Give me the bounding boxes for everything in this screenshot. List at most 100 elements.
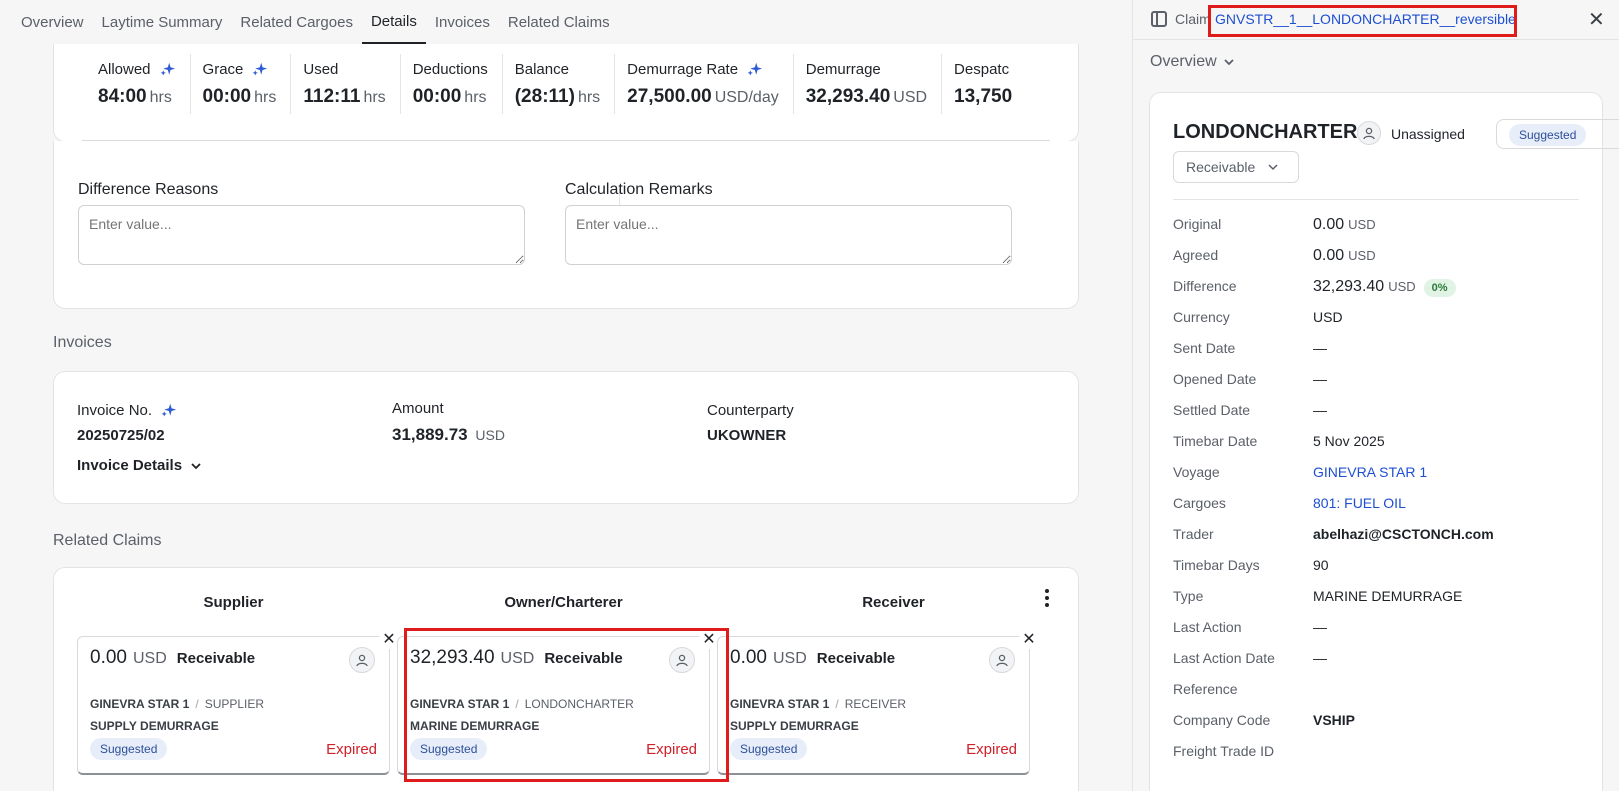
app: Overview Laytime Summary Related Cargoes…: [0, 0, 1619, 791]
claim-kind: Receivable: [816, 650, 896, 667]
field-value-text: USD: [1313, 309, 1343, 325]
field-value: —: [1313, 371, 1327, 387]
receivable-select[interactable]: Receivable: [1173, 151, 1299, 183]
field-label: Agreed: [1173, 247, 1219, 263]
invoices-card: Invoice No. 20250725/02 Amount 31,889.73…: [53, 371, 1079, 504]
column-header-owner-charterer: Owner/Charterer: [504, 594, 623, 611]
field-difference: Difference 32,293.40 USD 0%: [1173, 278, 1593, 297]
field-settled-date: Settled Date —: [1173, 402, 1593, 418]
field-label: Company Code: [1173, 712, 1271, 728]
status-selector[interactable]: Suggested: [1496, 119, 1619, 149]
overview-dropdown-label: Overview: [1150, 53, 1217, 70]
status-badge: Suggested: [410, 738, 488, 760]
stat-unit: hrs: [363, 88, 386, 106]
calculation-remarks-input[interactable]: [565, 205, 1012, 265]
stat-balance: Balance (28:11) hrs: [501, 54, 614, 114]
avatar[interactable]: [349, 647, 375, 673]
field-value-text: GINEVRA STAR 1: [1313, 464, 1428, 480]
stat-value: 32,293.40 USD: [806, 86, 927, 108]
overview-dropdown[interactable]: Overview: [1150, 53, 1235, 71]
calculation-remarks-label: Calculation Remarks: [565, 181, 713, 198]
field-label: Cargoes: [1173, 495, 1226, 511]
avatar[interactable]: [1357, 121, 1381, 145]
field-cargoes: Cargoes 801: FUEL OIL: [1173, 495, 1593, 511]
invoice-amount-group: Amount 31,889.73 USD: [392, 400, 505, 445]
tab-invoices[interactable]: Invoices: [426, 0, 499, 44]
status-badge: Suggested: [1509, 124, 1587, 146]
field-value: —: [1313, 402, 1327, 418]
field-value: USD: [1313, 309, 1343, 325]
difference-reasons-label: Difference Reasons: [78, 181, 219, 198]
stat-label: Balance: [515, 61, 600, 78]
field-last-action-date: Last Action Date —: [1173, 650, 1593, 666]
field-type: Type MARINE DEMURRAGE: [1173, 588, 1593, 604]
invoice-counterparty-value: UKOWNER: [707, 427, 787, 444]
invoice-details-toggle[interactable]: Invoice Details: [77, 457, 202, 474]
related-claim-card[interactable]: 0.00 USD Receivable ✕ GINEVRA STAR 1 / SUPPLIE…: [77, 629, 399, 775]
field-timebar-days: Timebar Days 90: [1173, 557, 1593, 573]
stat-value-number: 00:00: [412, 85, 462, 107]
field-label: Settled Date: [1173, 402, 1251, 418]
field-value[interactable]: 801: FUEL OIL: [1313, 495, 1406, 511]
stat-demurrage: Demurrage 32,293.40 USD: [792, 54, 941, 114]
avatar[interactable]: [669, 647, 695, 673]
related-claim-card[interactable]: 0.00 USD Receivable ✕ GINEVRA STAR 1 / RECEIVE…: [717, 629, 1039, 775]
claim-expiry-status: Expired: [326, 741, 377, 758]
field-value[interactable]: GINEVRA STAR 1: [1313, 464, 1427, 480]
field-value: MARINE DEMURRAGE: [1313, 588, 1462, 604]
field-label: Currency: [1173, 309, 1230, 325]
claim-currency: USD: [772, 650, 807, 667]
stat-grace: Grace 00:00 hrs: [189, 54, 291, 114]
tab-details[interactable]: Details: [361, 0, 426, 44]
stat-label-text: Grace: [202, 60, 244, 78]
claim-type: SUPPLY DEMURRAGE: [90, 719, 219, 733]
stat-label-text: Demurrage Rate: [627, 60, 739, 78]
tab-related-claims[interactable]: Related Claims: [499, 0, 619, 44]
main-content: Overview Laytime Summary Related Cargoes…: [0, 0, 1130, 791]
close-icon[interactable]: ✕: [699, 629, 719, 649]
claim-type: MARINE DEMURRAGE: [410, 719, 540, 733]
more-options-icon[interactable]: [1038, 586, 1056, 610]
field-label: Reference: [1173, 681, 1238, 697]
invoices-section-title: Invoices: [53, 334, 112, 351]
stat-label: Grace: [203, 61, 277, 78]
claim-currency: USD: [132, 650, 167, 667]
invoice-no-label: Invoice No.: [77, 402, 177, 419]
avatar[interactable]: [989, 647, 1015, 673]
field-unit: USD: [1388, 279, 1416, 294]
stat-label: Allowed: [98, 61, 176, 78]
stat-value-number: 27,500.00: [627, 85, 712, 107]
chevron-down-icon: [191, 462, 201, 469]
field-value-text: MARINE DEMURRAGE: [1313, 588, 1463, 604]
claim-party: LONDONCHARTER: [524, 697, 634, 711]
panel-divider: [1173, 199, 1579, 200]
chevron-down-icon: [1268, 164, 1278, 171]
claim-expiry-status: Expired: [646, 741, 697, 758]
close-icon[interactable]: ✕: [1588, 7, 1605, 32]
stat-value: (28:11) hrs: [515, 86, 600, 108]
invoice-no-group: Invoice No. 20250725/02: [77, 402, 177, 444]
sidebar-toggle-icon[interactable]: [1151, 11, 1167, 27]
stat-used: Used 112:11 hrs: [290, 54, 399, 114]
invoice-amount-label: Amount: [392, 400, 444, 417]
stat-allowed: Allowed 84:00 hrs: [86, 54, 190, 114]
calculation-remarks-group: Calculation Remarks: [565, 181, 1012, 270]
tab-overview[interactable]: Overview: [12, 0, 93, 44]
close-icon[interactable]: ✕: [379, 629, 399, 649]
stat-label-text: Demurrage: [805, 60, 881, 78]
stat-value-number: 32,293.40: [805, 85, 891, 107]
stat-label-text: Used: [303, 60, 339, 78]
stat-value-number: 13,750: [954, 85, 1013, 107]
tab-related-cargoes[interactable]: Related Cargoes: [231, 0, 362, 44]
tab-laytime-summary[interactable]: Laytime Summary: [93, 0, 232, 44]
claim-route: GINEVRA STAR 1 / SUPPLIER: [90, 697, 264, 711]
difference-reasons-input[interactable]: [78, 205, 525, 265]
stat-label-text: Allowed: [98, 60, 151, 78]
claim-title: LONDONCHARTER: [1173, 121, 1358, 143]
related-claim-card[interactable]: 32,293.40 USD Receivable ✕ GINEVRA STAR 1 / LO…: [397, 629, 719, 775]
field-value: 32,293.40 USD 0%: [1313, 278, 1456, 297]
close-icon[interactable]: ✕: [1019, 629, 1039, 649]
claim-link[interactable]: GNVSTR__1__LONDONCHARTER__reversible: [1215, 11, 1516, 27]
field-unit: USD: [1348, 217, 1376, 232]
tab-bar: Overview Laytime Summary Related Cargoes…: [0, 0, 1130, 44]
